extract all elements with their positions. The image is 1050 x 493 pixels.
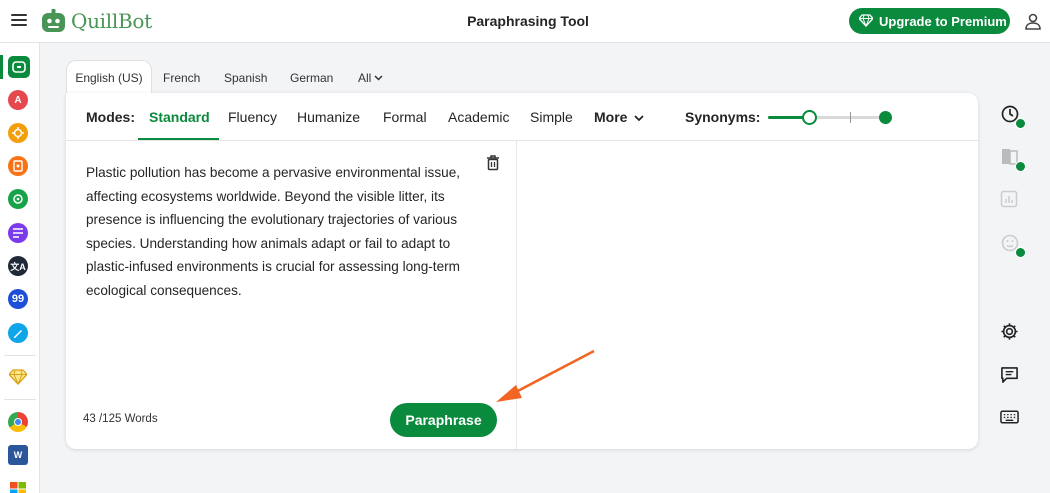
annotation-arrow-icon bbox=[496, 349, 595, 402]
premium-badge-icon bbox=[1015, 118, 1026, 129]
statistics-icon[interactable] bbox=[1000, 190, 1022, 212]
mode-humanize[interactable]: Humanize bbox=[297, 109, 360, 125]
mode-fluency[interactable]: Fluency bbox=[228, 109, 277, 125]
compare-icon[interactable] bbox=[1000, 147, 1026, 172]
feedback-icon[interactable] bbox=[1000, 366, 1022, 388]
upgrade-button[interactable]: Upgrade to Premium bbox=[849, 8, 1010, 34]
input-textarea[interactable]: Plastic pollution has become a pervasive… bbox=[86, 161, 481, 303]
input-pane[interactable]: Plastic pollution has become a pervasive… bbox=[66, 141, 517, 449]
trash-icon[interactable] bbox=[486, 155, 500, 171]
tab-label: All bbox=[358, 71, 372, 85]
history-icon[interactable] bbox=[1000, 104, 1026, 129]
paraphrase-button[interactable]: Paraphrase bbox=[390, 403, 497, 437]
tab-german[interactable]: German bbox=[290, 64, 333, 92]
more-modes-button[interactable]: More bbox=[594, 109, 644, 125]
chevron-down-icon bbox=[374, 75, 383, 81]
user-account-icon[interactable] bbox=[1024, 12, 1042, 30]
chrome-icon[interactable] bbox=[8, 412, 28, 432]
grammar-checker-icon[interactable]: A bbox=[8, 90, 28, 110]
keyboard-icon[interactable] bbox=[1000, 410, 1022, 432]
diamond-icon bbox=[859, 14, 873, 27]
tab-spanish[interactable]: Spanish bbox=[224, 64, 267, 92]
windows-icon[interactable] bbox=[8, 479, 28, 493]
mode-formal[interactable]: Formal bbox=[383, 109, 427, 125]
tab-english-us[interactable]: English (US) bbox=[66, 60, 152, 94]
chevron-down-icon bbox=[634, 115, 644, 122]
top-bar: QuillBot Paraphrasing Tool Upgrade to Pr… bbox=[0, 0, 1050, 43]
active-indicator bbox=[0, 55, 3, 79]
word-count: 43 /125 Words bbox=[83, 413, 158, 425]
premium-diamond-icon bbox=[879, 111, 892, 124]
word-icon[interactable]: W bbox=[8, 445, 28, 465]
mode-academic[interactable]: Academic bbox=[448, 109, 509, 125]
ai-humanizer-icon[interactable] bbox=[8, 189, 28, 209]
sidebar-divider bbox=[4, 355, 36, 356]
upgrade-label: Upgrade to Premium bbox=[879, 13, 1007, 29]
tab-french[interactable]: French bbox=[163, 64, 200, 92]
synonyms-label: Synonyms: bbox=[685, 109, 761, 125]
premium-badge-icon bbox=[1015, 161, 1026, 172]
mode-standard[interactable]: Standard bbox=[149, 109, 210, 125]
paraphraser-icon[interactable] bbox=[8, 56, 30, 78]
tab-label: Spanish bbox=[224, 71, 268, 85]
mode-simple[interactable]: Simple bbox=[530, 109, 573, 125]
tab-label: German bbox=[290, 71, 334, 85]
slider-premium-tick bbox=[850, 112, 851, 123]
tab-label: French bbox=[163, 71, 201, 85]
translator-icon[interactable]: 文A bbox=[8, 256, 28, 276]
tone-icon[interactable] bbox=[1000, 233, 1026, 258]
slider-handle[interactable] bbox=[802, 110, 818, 125]
ai-detector-icon[interactable] bbox=[8, 123, 28, 143]
settings-icon[interactable] bbox=[1000, 322, 1022, 344]
tab-label: English (US) bbox=[75, 70, 143, 85]
ai-writer-icon[interactable] bbox=[8, 323, 28, 343]
sidebar-divider bbox=[4, 399, 36, 400]
summarizer-icon[interactable] bbox=[8, 223, 28, 243]
synonyms-slider[interactable] bbox=[768, 110, 892, 125]
premium-badge-icon bbox=[1015, 247, 1026, 258]
modes-bar: Modes: Standard Fluency Humanize Formal … bbox=[66, 93, 978, 141]
premium-icon[interactable] bbox=[8, 367, 28, 387]
modes-label: Modes: bbox=[86, 109, 135, 125]
tools-sidebar: A 文A 99 W bbox=[0, 43, 40, 493]
tab-all-languages[interactable]: All bbox=[358, 64, 383, 92]
active-mode-underline bbox=[138, 138, 219, 140]
citation-generator-icon[interactable]: 99 bbox=[8, 289, 28, 309]
plagiarism-checker-icon[interactable] bbox=[8, 156, 28, 176]
more-label: More bbox=[594, 109, 628, 125]
